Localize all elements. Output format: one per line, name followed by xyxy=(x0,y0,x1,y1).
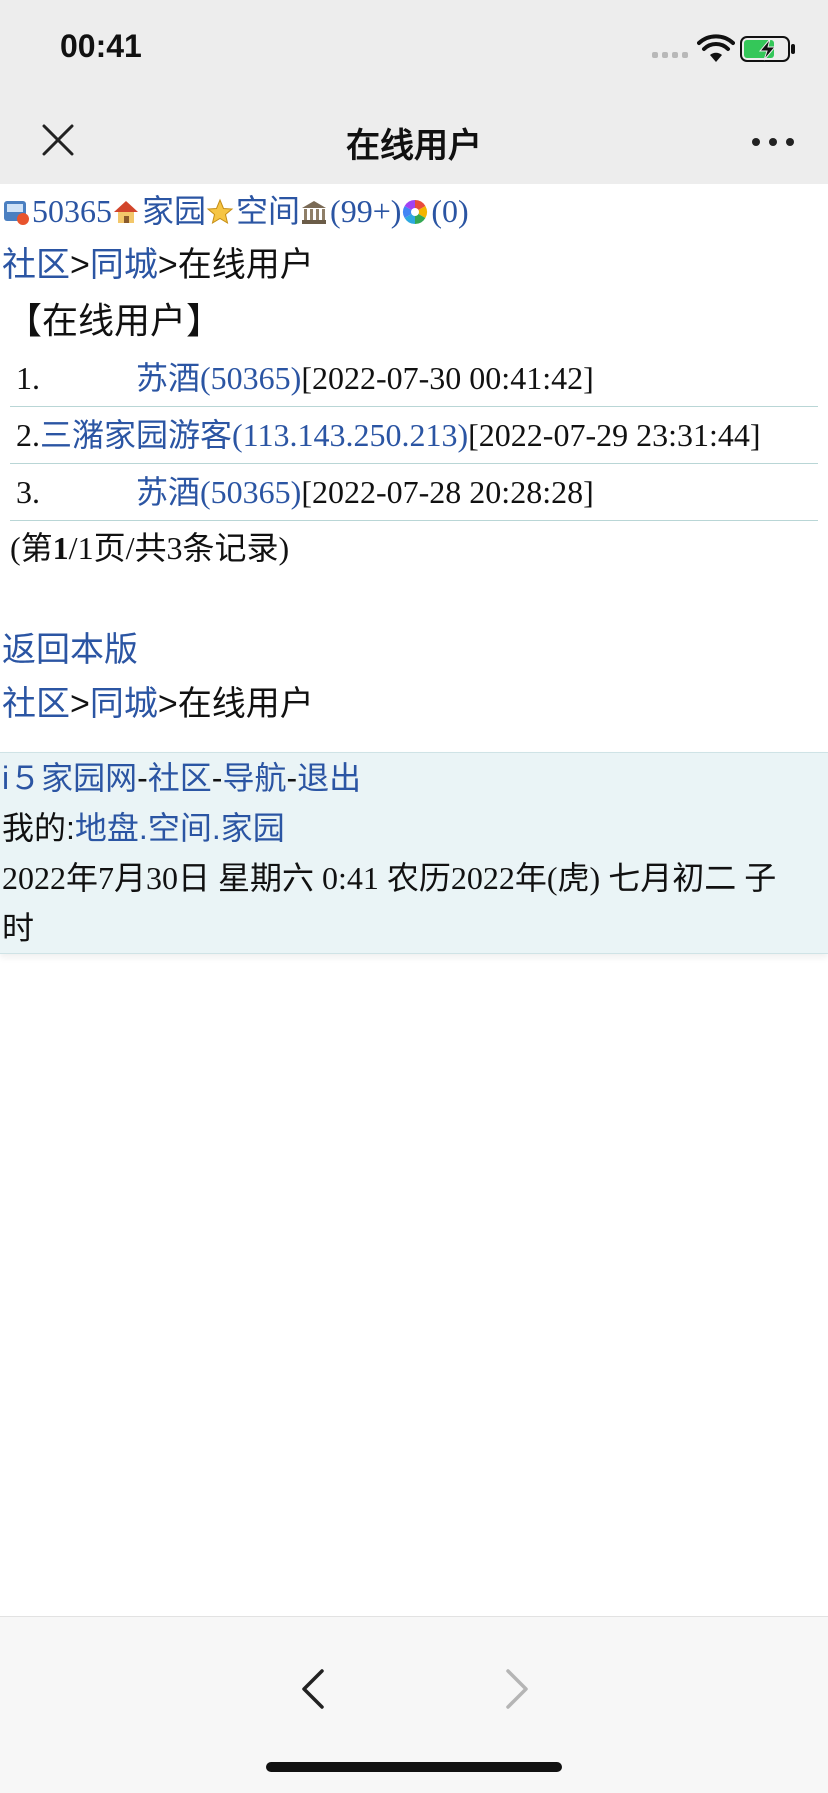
footer-datetime: 2022年7月30日 星期六 0:41 农历2022年(虎) 七月初二 子时 xyxy=(2,860,777,946)
row-index: 1. xyxy=(10,350,136,407)
title-bar: 在线用户 xyxy=(0,100,828,184)
user-card-icon xyxy=(4,201,29,225)
visit-time: [2022-07-29 23:31:44] xyxy=(468,417,761,453)
breadcrumb-bottom: 社区>同城>在线用户 xyxy=(2,685,314,723)
community-link[interactable]: 社区 xyxy=(148,760,212,796)
row-content: 苏酒(50365)[2022-07-28 20:28:28] xyxy=(136,463,818,521)
space-link[interactable]: 空间 xyxy=(236,193,300,229)
pagination-info: (第1/1页/共3条记录) xyxy=(10,530,290,566)
back-arrow-icon[interactable] xyxy=(298,1667,328,1711)
footer-mine: 我的:地盘.空间.家园 xyxy=(2,810,285,846)
home-link[interactable]: 家园 xyxy=(142,193,206,229)
row-content: 苏酒(50365)[2022-07-30 00:41:42] xyxy=(136,350,818,407)
row-content: 2.三潴家园游客(113.143.250.213)[2022-07-29 23:… xyxy=(10,406,818,464)
breadcrumb-current: 在线用户 xyxy=(177,685,314,723)
forward-arrow-icon[interactable] xyxy=(502,1667,532,1711)
home-link[interactable]: 家园 xyxy=(221,810,285,846)
bank-icon xyxy=(302,201,327,224)
logout-link[interactable]: 退出 xyxy=(297,760,361,796)
visit-time: [2022-07-28 20:28:28] xyxy=(301,474,594,510)
user-id-link[interactable]: 50365 xyxy=(32,193,112,229)
breadcrumb-city[interactable]: 同城 xyxy=(90,246,158,284)
online-users-table: 1. 苏酒(50365)[2022-07-30 00:41:42] 2.三潴家园… xyxy=(10,350,818,521)
wifi-icon xyxy=(697,34,735,62)
breadcrumb-city[interactable]: 同城 xyxy=(90,685,158,723)
other-count-link[interactable]: (0) xyxy=(431,193,468,229)
site-footer: i５家园网-社区-导航-退出 我的:地盘.空间.家园 2022年7月30日 星期… xyxy=(0,752,828,954)
page-title: 在线用户 xyxy=(346,127,482,165)
user-link[interactable]: 苏酒(50365) xyxy=(136,360,301,396)
footer-nav: i５家园网-社区-导航-退出 xyxy=(2,760,362,796)
mine-label: 我的: xyxy=(2,810,75,846)
status-bar: 00:41 xyxy=(0,0,828,100)
cellular-signal-icon xyxy=(652,50,690,60)
breadcrumb-current: 在线用户 xyxy=(177,246,314,284)
section-title: 【在线用户】 xyxy=(6,300,223,341)
home-icon xyxy=(114,201,138,223)
back-to-board-row: 返回本版 xyxy=(0,623,828,677)
star-icon xyxy=(206,198,234,225)
current-page: 1 xyxy=(52,530,69,566)
visit-time: [2022-07-30 00:41:42] xyxy=(301,360,594,396)
row-index: 3. xyxy=(10,463,136,521)
row-index: 2. xyxy=(16,417,40,453)
messages-count-link[interactable]: (99+) xyxy=(330,193,401,229)
space-link[interactable]: 空间 xyxy=(148,810,212,846)
status-time: 00:41 xyxy=(60,28,142,64)
table-row: 2.三潴家园游客(113.143.250.213)[2022-07-29 23:… xyxy=(10,406,818,464)
color-wheel-icon xyxy=(403,200,428,224)
user-link[interactable]: 苏酒(50365) xyxy=(136,474,301,510)
home-indicator xyxy=(266,1762,562,1772)
land-link[interactable]: 地盘 xyxy=(75,810,139,846)
table-row: 3. 苏酒(50365)[2022-07-28 20:28:28] xyxy=(10,463,818,521)
top-links: 50365 家园 空间 (99+) (0) xyxy=(0,184,828,238)
site-home-link[interactable]: i５家园网 xyxy=(2,760,137,796)
battery-charging-icon xyxy=(740,36,795,62)
breadcrumb-community[interactable]: 社区 xyxy=(2,685,70,723)
table-row: 1. 苏酒(50365)[2022-07-30 00:41:42] xyxy=(10,350,818,407)
breadcrumb: 社区>同城>在线用户 xyxy=(2,246,314,284)
more-options-icon[interactable] xyxy=(750,136,796,148)
user-link[interactable]: 三潴家园游客(113.143.250.213) xyxy=(40,417,468,453)
breadcrumb-community[interactable]: 社区 xyxy=(2,246,70,284)
back-to-board-link[interactable]: 返回本版 xyxy=(2,631,138,669)
main-content: 50365 家园 空间 (99+) (0) 社区>同城>在线用户 【在线用户】 … xyxy=(0,184,828,731)
navigation-link[interactable]: 导航 xyxy=(222,760,286,796)
